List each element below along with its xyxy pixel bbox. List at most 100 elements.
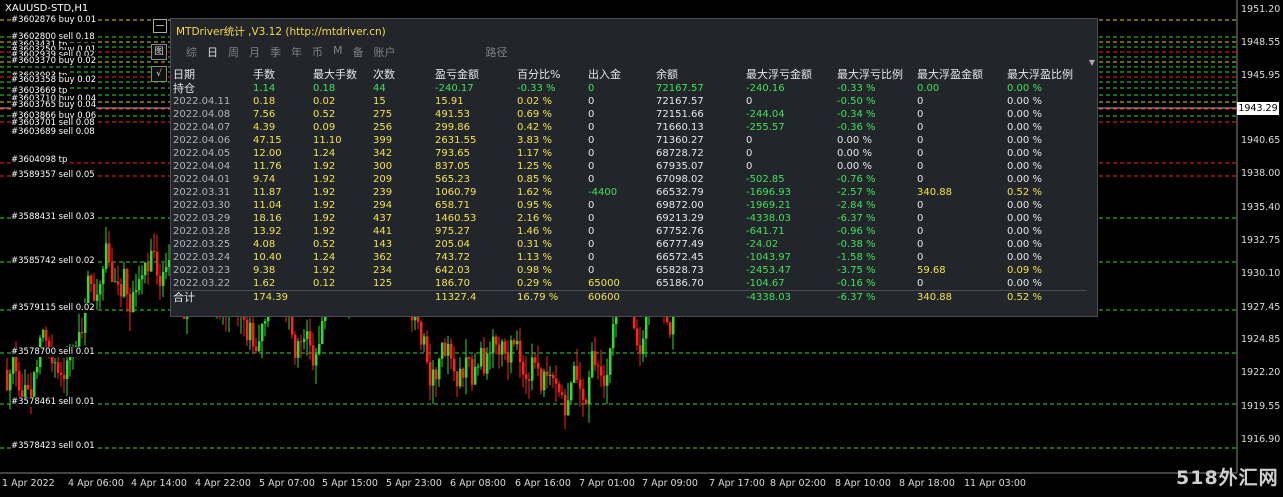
panel-tabs: 综日周月季年币 M 备账户 路径 — [186, 44, 518, 60]
table-cell: 67098.02 — [656, 174, 704, 185]
candle-body — [9, 373, 12, 391]
table-row[interactable]: 2022.04.11 0.18 0.02 15 15.91 0.02 % 0 72167.57… — [173, 95, 1087, 108]
candle-body — [114, 281, 117, 283]
candle-body — [600, 366, 603, 376]
table-cell: 437 — [373, 213, 393, 224]
tab-8[interactable]: 备 — [353, 44, 364, 60]
candle-body — [252, 322, 255, 347]
table-row[interactable]: 2022.03.25 4.08 0.52 143 205.04 0.31 % 0 66777.… — [173, 238, 1087, 251]
holding-row[interactable]: 持仓 1.14 0.18 44 -240.17 -0.33 % 0 72167.57 -240.… — [173, 82, 1087, 95]
table-cell: 67752.76 — [656, 226, 704, 237]
table-cell: 565.23 — [435, 174, 470, 185]
table-cell: 0.00 % — [1007, 148, 1042, 159]
time-tick: 7 Apr 01:00 — [579, 478, 635, 489]
table-cell: 0.52 % — [1007, 290, 1087, 304]
candle-body — [525, 374, 528, 380]
table-row[interactable]: 2022.03.24 10.40 1.24 362 743.72 1.13 % 0 66572… — [173, 251, 1087, 264]
table-cell: 0 — [917, 278, 924, 289]
table-cell: 1.17 % — [517, 148, 552, 159]
watermark-logo: 518外汇网 — [1176, 467, 1279, 489]
table-cell: 793.65 — [435, 148, 470, 159]
scroll-down-icon[interactable]: ▼ — [1089, 58, 1095, 67]
tab-4[interactable]: 季 — [270, 44, 281, 60]
candle-body — [162, 271, 165, 286]
table-row[interactable]: 2022.04.06 47.15 11.10 399 2631.55 3.83 % 0 713… — [173, 134, 1087, 147]
candle-body — [30, 389, 33, 397]
table-cell: 0 — [917, 109, 924, 120]
table-cell: 10.40 — [253, 252, 282, 263]
tab-7[interactable]: M — [333, 44, 343, 60]
table-cell: 2022.03.24 — [173, 252, 231, 263]
price-tick: 1916.90 — [1241, 434, 1281, 445]
table-cell: 0.12 — [313, 278, 336, 289]
total-row[interactable]: 合计 174.39 11327.4 16.79 % 60600 -4338.03 -6.37… — [173, 290, 1087, 304]
candle-body — [99, 284, 102, 295]
table-cell: -2.57 % — [837, 187, 876, 198]
order-label: #3603358 buy 0.02 — [11, 75, 97, 85]
table-row[interactable]: 2022.04.07 4.39 0.09 256 299.86 0.42 % 0 71660.… — [173, 121, 1087, 134]
candle-body — [474, 366, 477, 385]
candle-body — [609, 348, 612, 375]
table-cell: -6.37 % — [837, 290, 917, 304]
candle-body — [294, 334, 297, 358]
tab-1[interactable]: 日 — [207, 44, 218, 60]
table-cell: 66572.45 — [656, 252, 704, 263]
table-cell: -502.85 — [746, 174, 785, 185]
table-cell: 0 — [588, 265, 595, 276]
table-cell: -104.67 — [746, 278, 785, 289]
table-cell: 0 — [588, 200, 595, 211]
table-cell: 0 — [917, 239, 924, 250]
table-cell: 0 — [917, 226, 924, 237]
table-cell: 642.03 — [435, 265, 470, 276]
tool-icon-button[interactable]: 图 — [151, 44, 167, 60]
table-cell — [313, 290, 373, 304]
tab-6[interactable]: 币 — [312, 44, 323, 60]
table-cell: 72167.57 — [656, 96, 704, 107]
table-cell: 0 — [588, 83, 595, 94]
table-cell: 299.86 — [435, 122, 470, 133]
candle-body — [42, 329, 45, 338]
table-cell: 0 — [746, 161, 753, 172]
candle-body — [639, 345, 642, 355]
time-tick: 1 Apr 2022 — [2, 478, 55, 489]
table-row[interactable]: 2022.04.04 11.76 1.92 300 837.05 1.25 % 0 67935… — [173, 160, 1087, 173]
tab-5[interactable]: 年 — [291, 44, 302, 60]
table-row[interactable]: 2022.04.01 9.74 1.92 209 565.23 0.85 % 0 67098.… — [173, 173, 1087, 186]
table-row[interactable]: 2022.03.22 1.62 0.12 125 186.70 0.29 % 65000 65… — [173, 277, 1087, 291]
order-label: #3588431 sell 0.03 — [11, 212, 95, 222]
candle-body — [435, 369, 438, 380]
table-cell: 67935.07 — [656, 161, 704, 172]
candle-body — [126, 268, 129, 295]
candle-body — [303, 338, 306, 343]
table-row[interactable]: 2022.03.23 9.38 1.92 234 642.03 0.98 % 0 65828.… — [173, 264, 1087, 277]
table-cell: 0.02 — [313, 96, 336, 107]
table-cell: -244.04 — [746, 109, 785, 120]
table-row[interactable]: 2022.04.05 12.00 1.24 342 793.65 1.17 % 0 68728… — [173, 147, 1087, 160]
table-row[interactable]: 2022.03.29 18.16 1.92 437 1460.53 2.16 % 0 6921… — [173, 212, 1087, 225]
table-row[interactable]: 2022.03.30 11.04 1.92 294 658.71 0.95 % 0 69872… — [173, 199, 1087, 212]
table-row[interactable]: 2022.03.31 11.87 1.92 239 1060.79 1.62 % -4400… — [173, 186, 1087, 199]
table-cell: 15.91 — [435, 96, 464, 107]
table-cell: 7.56 — [253, 109, 276, 120]
order-label: #3585742 sell 0.02 — [11, 256, 95, 266]
tab-3[interactable]: 月 — [249, 44, 260, 60]
candle-body — [486, 353, 489, 374]
candle-body — [522, 362, 525, 375]
table-cell: -1.58 % — [837, 252, 876, 263]
candle-body — [297, 341, 300, 358]
table-cell: 1.24 — [313, 148, 336, 159]
tab-9[interactable]: 账户 — [374, 44, 396, 60]
table-cell: 0 — [746, 96, 753, 107]
check-icon-button[interactable]: √ — [151, 66, 167, 82]
tab-2[interactable]: 周 — [228, 44, 239, 60]
tab-10[interactable]: 路径 — [486, 44, 508, 60]
panel-minimize-button[interactable] — [153, 19, 167, 33]
table-row[interactable]: 2022.03.28 13.92 1.92 441 975.27 1.46 % 0 67752… — [173, 225, 1087, 238]
tab-0[interactable]: 综 — [186, 44, 197, 60]
candle-body — [147, 262, 150, 272]
candle-body — [321, 321, 324, 344]
table-row[interactable]: 2022.04.08 7.56 0.52 275 491.53 0.69 % 0 72151.… — [173, 108, 1087, 121]
table-cell: 0.18 — [253, 96, 276, 107]
table-cell: 0.00 % — [1007, 174, 1042, 185]
candle-body — [261, 323, 264, 342]
